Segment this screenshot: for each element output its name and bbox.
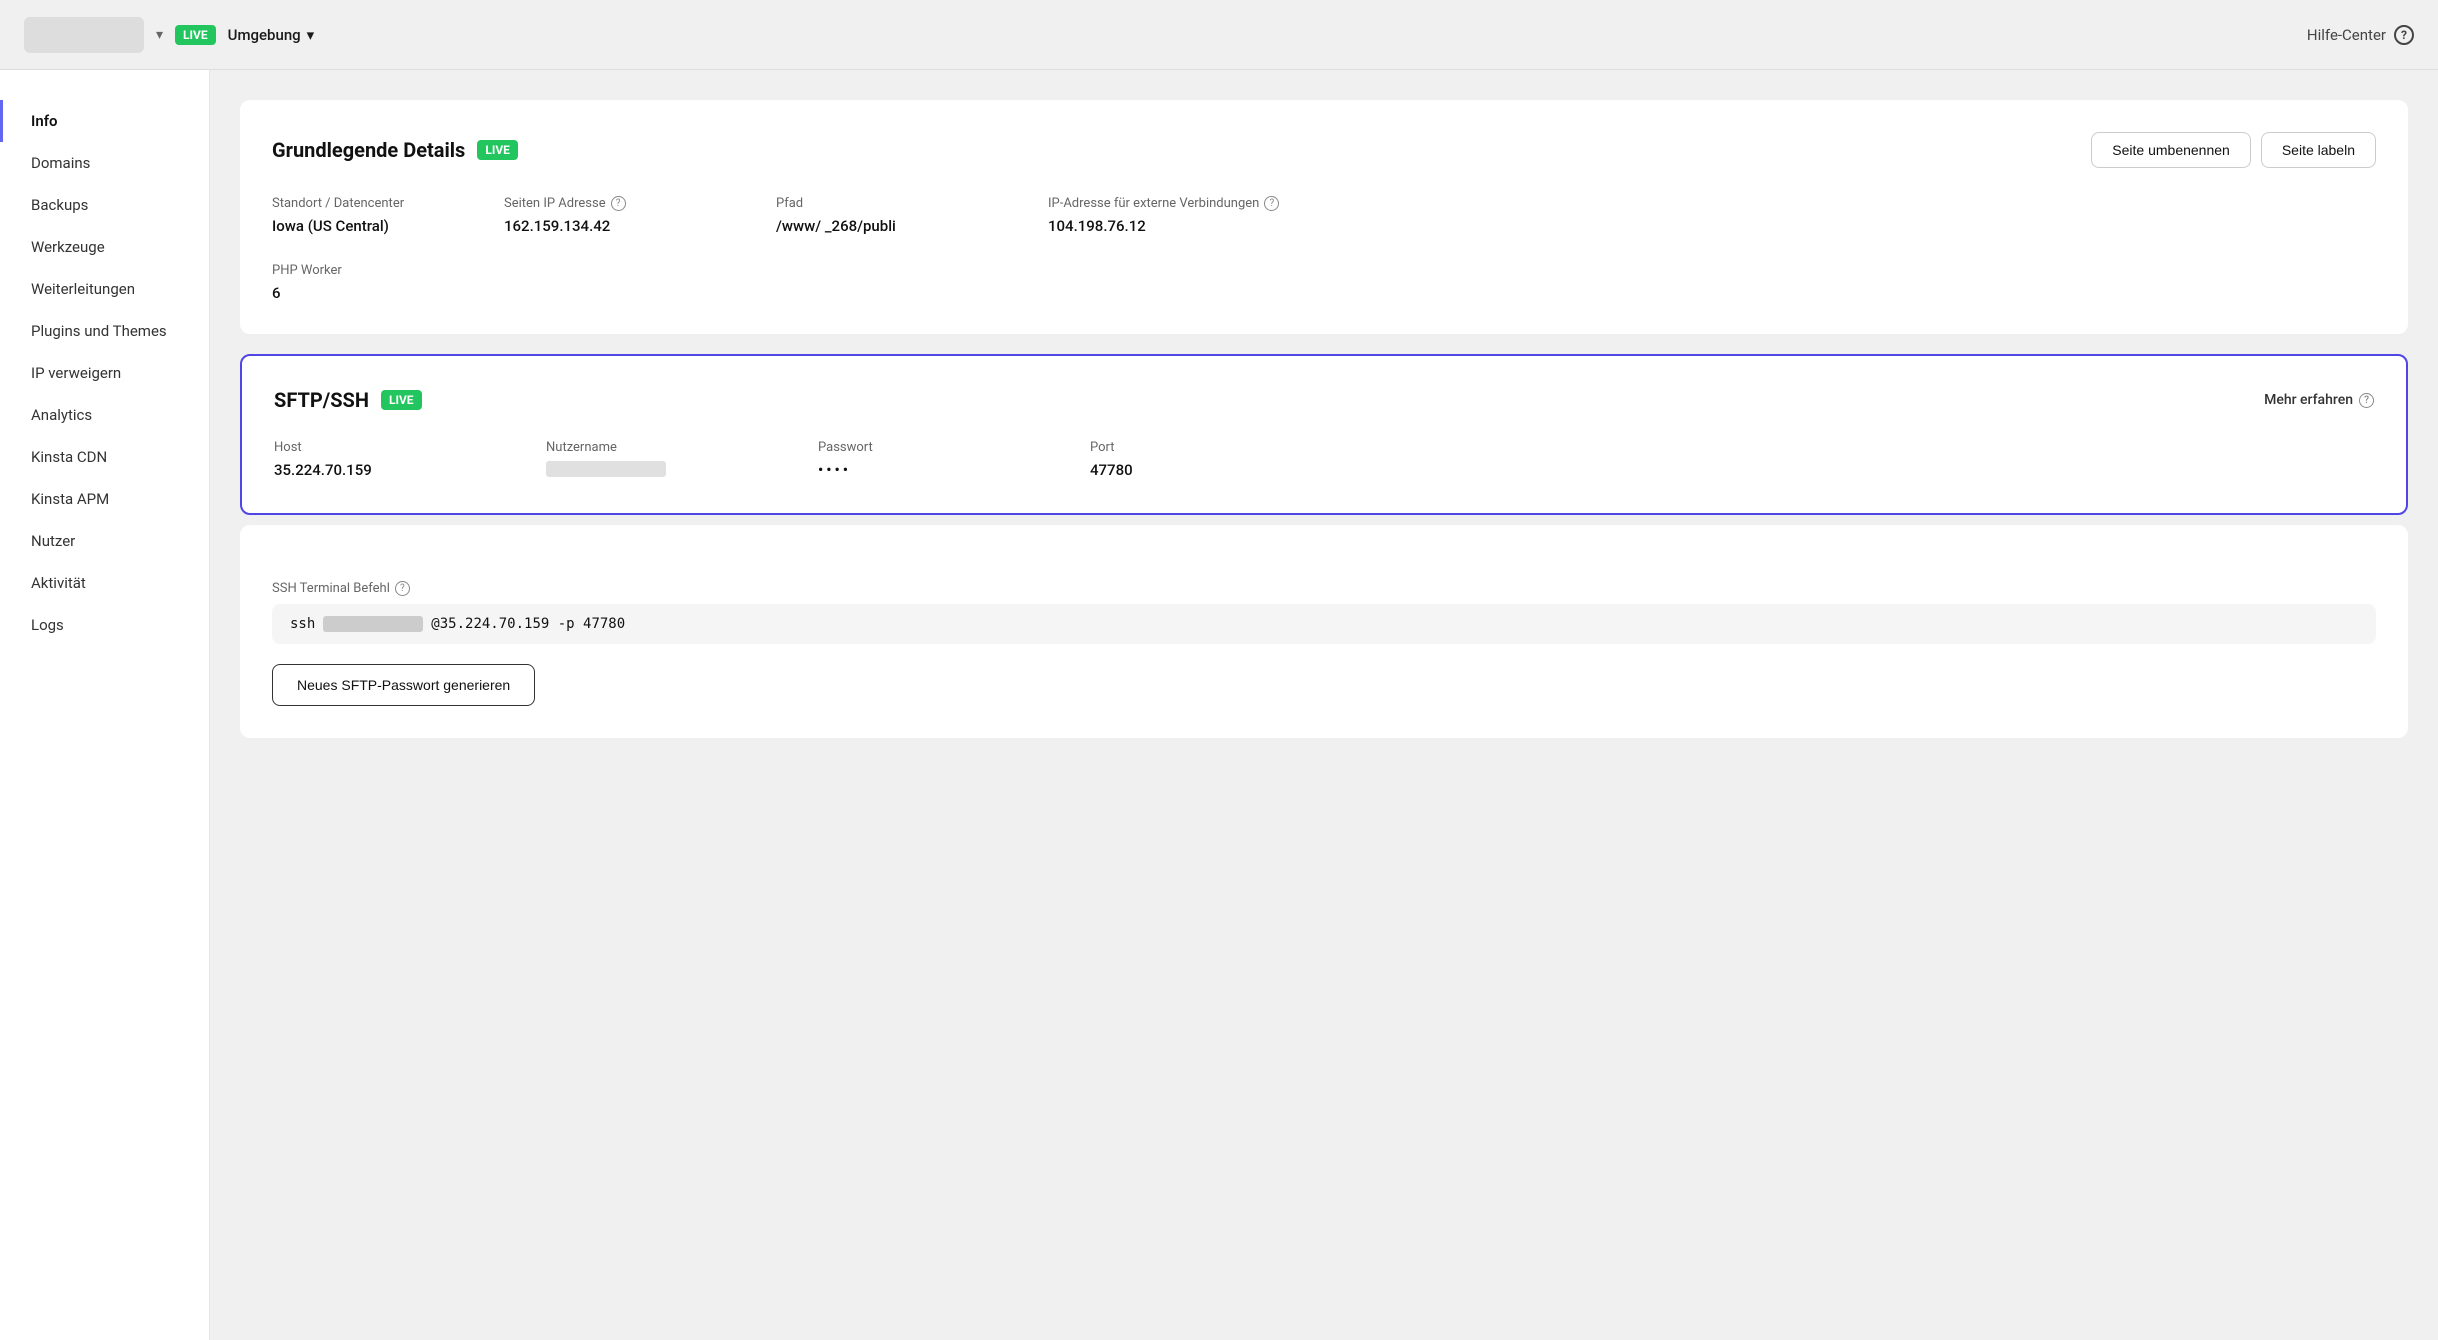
ext-ip-help-icon[interactable]: ? [1264, 196, 1279, 211]
sidebar-item-aktivitaet[interactable]: Aktivität [0, 562, 209, 604]
page-layout: Info Domains Backups Werkzeuge Weiterlei… [0, 70, 2438, 1340]
sidebar-item-info[interactable]: Info [0, 100, 209, 142]
standort-value: Iowa (US Central) [272, 217, 492, 235]
sidebar-item-plugins-themes[interactable]: Plugins und Themes [0, 310, 209, 352]
ip-help-icon[interactable]: ? [611, 196, 626, 211]
port-label: Port [1090, 440, 2374, 455]
mehr-erfahren-link[interactable]: Mehr erfahren ? [2264, 392, 2374, 408]
sftp-live-badge: LIVE [381, 390, 422, 410]
sidebar-item-kinsta-apm[interactable]: Kinsta APM [0, 478, 209, 520]
sidebar-item-werkzeuge[interactable]: Werkzeuge [0, 226, 209, 268]
ssh-command-box: ssh @35.224.70.159 -p 47780 [272, 604, 2376, 644]
environment-chevron-icon: ▾ [307, 26, 315, 44]
ssh-username-redacted [323, 616, 423, 632]
ssh-terminal-label: SSH Terminal Befehl ? [272, 581, 2376, 596]
label-button[interactable]: Seite labeln [2261, 132, 2376, 168]
standort-label: Standort / Datencenter [272, 196, 492, 211]
pfad-field: Pfad /www/ _268/publi [776, 196, 1036, 235]
passwort-value: •••• [818, 461, 1078, 479]
port-value: 47780 [1090, 461, 2374, 479]
grundlegende-details-title: Grundlegende Details [272, 138, 465, 162]
host-value: 35.224.70.159 [274, 461, 534, 479]
ip-label: Seiten IP Adresse ? [504, 196, 764, 211]
grundlegende-details-card: Grundlegende Details LIVE Seite umbenenn… [240, 100, 2408, 334]
topbar-left: ▾ LIVE Umgebung ▾ [24, 17, 314, 53]
ext-ip-field: IP-Adresse für externe Verbindungen ? 10… [1048, 196, 2376, 235]
topbar: ▾ LIVE Umgebung ▾ Hilfe-Center ? [0, 0, 2438, 70]
sidebar-item-analytics[interactable]: Analytics [0, 394, 209, 436]
card-actions: Seite umbenennen Seite labeln [2091, 132, 2376, 168]
port-field: Port 47780 [1090, 440, 2374, 481]
host-label: Host [274, 440, 534, 455]
main-content: Grundlegende Details LIVE Seite umbenenn… [210, 70, 2438, 1340]
ext-ip-value: 104.198.76.12 [1048, 217, 2376, 235]
logo [24, 17, 144, 53]
sidebar-item-backups[interactable]: Backups [0, 184, 209, 226]
sidebar: Info Domains Backups Werkzeuge Weiterlei… [0, 70, 210, 1340]
logo-chevron-icon[interactable]: ▾ [156, 27, 163, 43]
ip-value: 162.159.134.42 [504, 217, 764, 235]
grundlegende-details-live-badge: LIVE [477, 140, 518, 160]
ssh-terminal-card: SSH Terminal Befehl ? ssh @35.224.70.159… [240, 525, 2408, 738]
rename-button[interactable]: Seite umbenennen [2091, 132, 2251, 168]
generate-sftp-password-button[interactable]: Neues SFTP-Passwort generieren [272, 664, 535, 706]
php-worker-field: PHP Worker 6 [272, 263, 2376, 302]
grundlegende-details-grid: Standort / Datencenter Iowa (US Central)… [272, 196, 2376, 235]
mehr-erfahren-icon: ? [2359, 393, 2374, 408]
sftp-title: SFTP/SSH [274, 388, 369, 412]
sidebar-item-ip-verweigern[interactable]: IP verweigern [0, 352, 209, 394]
sftp-header: SFTP/SSH LIVE Mehr erfahren ? [274, 388, 2374, 412]
sidebar-item-weiterleitungen[interactable]: Weiterleitungen [0, 268, 209, 310]
help-center-label: Hilfe-Center [2307, 26, 2386, 44]
card-title-row: Grundlegende Details LIVE [272, 138, 518, 162]
help-center-link[interactable]: Hilfe-Center ? [2307, 25, 2414, 45]
nutzername-field: Nutzername [546, 440, 806, 481]
ext-ip-label: IP-Adresse für externe Verbindungen ? [1048, 196, 2376, 211]
sftp-grid: Host 35.224.70.159 Nutzername Passwort [274, 440, 2374, 481]
nutzername-label: Nutzername [546, 440, 806, 455]
nutzername-redacted [546, 461, 666, 477]
sidebar-item-nutzer[interactable]: Nutzer [0, 520, 209, 562]
host-field: Host 35.224.70.159 [274, 440, 534, 481]
passwort-label: Passwort [818, 440, 1078, 455]
sftp-ssh-card: SFTP/SSH LIVE Mehr erfahren ? Host 35.22… [240, 354, 2408, 515]
ssh-terminal-help-icon[interactable]: ? [395, 581, 410, 596]
ip-field: Seiten IP Adresse ? 162.159.134.42 [504, 196, 764, 235]
sidebar-item-domains[interactable]: Domains [0, 142, 209, 184]
help-circle-icon: ? [2394, 25, 2414, 45]
passwort-field: Passwort •••• [818, 440, 1078, 481]
sidebar-item-kinsta-cdn[interactable]: Kinsta CDN [0, 436, 209, 478]
pfad-value: /www/ _268/publi [776, 217, 1036, 235]
sftp-title-row: SFTP/SSH LIVE [274, 388, 422, 412]
ssh-command-section: SSH Terminal Befehl ? ssh @35.224.70.159… [272, 581, 2376, 644]
grundlegende-details-header: Grundlegende Details LIVE Seite umbenenn… [272, 132, 2376, 168]
ssh-cmd-prefix: ssh [290, 616, 315, 632]
php-worker-value: 6 [272, 284, 2376, 302]
environment-label: Umgebung [228, 26, 301, 44]
environment-dropdown[interactable]: Umgebung ▾ [228, 26, 315, 44]
topbar-live-badge: LIVE [175, 25, 216, 45]
standort-field: Standort / Datencenter Iowa (US Central) [272, 196, 492, 235]
sidebar-item-logs[interactable]: Logs [0, 604, 209, 646]
pfad-label: Pfad [776, 196, 1036, 211]
ssh-cmd-host: @35.224.70.159 -p 47780 [431, 616, 625, 632]
php-worker-section: PHP Worker 6 [272, 263, 2376, 302]
nutzername-value [546, 461, 806, 481]
php-worker-label: PHP Worker [272, 263, 2376, 278]
